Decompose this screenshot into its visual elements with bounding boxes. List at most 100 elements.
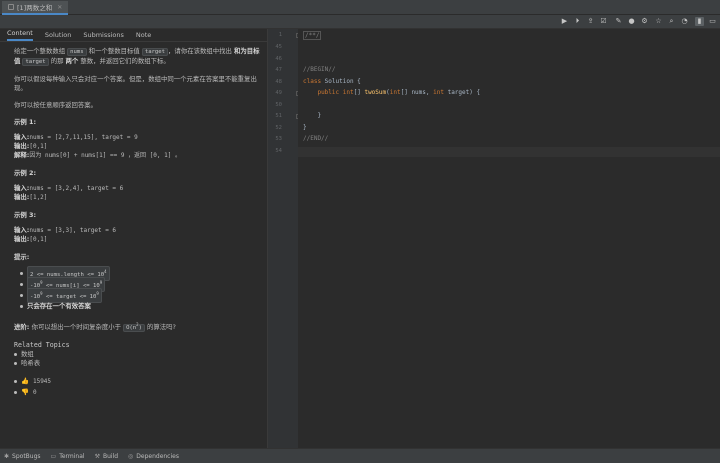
bullet-icon [14,379,17,383]
tab-note[interactable]: Note [136,31,151,41]
example-title: 示例 2: [14,169,37,177]
example-3: 示例 3: 输入: nums = [3,3], target = 6 输出: [… [14,211,262,244]
problem-subtabs: Content Solution Submissions Note [0,29,267,42]
line-number-gutter: 1 45 46 47 48 49 50 51 52 53 54 [268,29,301,448]
bullet-icon [20,305,23,308]
terminal-icon: ▭ [50,452,57,460]
dependencies-button[interactable]: ◎ Dependencies [128,453,179,460]
folded-comment[interactable]: /**/ [303,31,322,40]
problem-paragraph-3: 你可以按任意顺序返回答案。 [14,101,98,109]
bug-icon: ✱ [4,452,10,460]
inline-code: O(n2) [123,322,145,332]
example-1: 示例 1: 输入: nums = [2,7,11,15], target = 9… [14,118,262,160]
example-2: 示例 2: 输入: nums = [3,2,4], target = 6 输出:… [14,169,262,202]
dislikes-item[interactable]: 👎 0 [14,387,262,398]
code-editor[interactable]: /**/ //BEGIN// class Solution { public i… [298,29,720,448]
spotbugs-label: SpotBugs [12,452,41,460]
likes-item[interactable]: 👍 15945 [14,376,262,387]
line-number: 1 [278,32,282,38]
followup-label: 进阶: [14,322,32,331]
line-number: 54 [275,148,282,154]
text: 的那 [48,57,66,65]
problem-panel: Content Solution Submissions Note 给定一个整数… [0,29,268,448]
example-text: [0,1] [29,236,48,243]
example-label: 输出: [14,142,30,150]
topic-link[interactable]: 哈希表 [21,359,40,368]
line-number: 51 [275,113,282,119]
line-number: 47 [275,67,282,73]
solution-icon[interactable]: ● [627,17,636,26]
topic-link[interactable]: 数组 [21,350,34,359]
build-label: Build [102,452,119,460]
thumbs-up-icon: 👍 [21,376,29,385]
inline-code: nums [67,48,87,56]
search-icon[interactable]: ⌕ [667,17,676,26]
file-tab[interactable]: [1]两数之和 ✕ [2,1,69,15]
code-line: } [303,112,322,119]
inline-code: target [22,58,49,66]
leetcode-toolbar: ▶ ⏵ ⇪ ☑ ✎ ● ⚙ ☆ ⌕ ◔ ▮ ▭ [0,15,720,29]
inline-code: -109 <= target <= 109 [27,288,102,303]
example-text: nums = [2,7,11,15], target = 9 [29,134,138,141]
editor-tab-strip: [1]两数之和 ✕ [0,0,720,15]
reactions: 👍 15945 👎 0 [14,376,262,398]
text: 和一个整数目标值 [86,47,142,55]
tab-solution[interactable]: Solution [45,31,71,41]
submit-icon[interactable]: ⇪ [586,17,595,26]
list-item: -109 <= target <= 109 [20,288,262,303]
problem-description: 给定一个整数数组 nums 和一个整数目标值 target ，请你在该数组中找出 … [14,47,262,398]
dislikes-count: 0 [32,388,37,396]
bullet-icon [20,272,23,275]
code-line: } [303,124,307,131]
file-tab-label: [1]两数之和 [17,4,53,12]
current-line-highlight [298,147,720,157]
panel-icon[interactable]: ▭ [708,17,717,26]
example-line: 输入: nums = [3,2,4], target = 6 [14,184,262,193]
bullet-icon [14,352,17,356]
code-text: ) [138,324,142,331]
text: 整数，并返回它们的数组下标。 [78,57,170,65]
build-button[interactable]: ⚒ Build [95,453,118,460]
file-icon [8,4,14,10]
example-line: 输入: nums = [2,7,11,15], target = 9 [14,133,262,142]
followup: 进阶: 你可以想出一个时间复杂度小于 O(n2) 的算法吗? [14,320,262,333]
code-text: -10 [30,293,41,300]
example-label: 解释: [14,151,30,159]
example-text: nums = [3,2,4], target = 6 [29,185,124,192]
line-number: 52 [275,125,282,131]
line-number: 50 [275,102,282,108]
example-line: 输入: nums = [3,3], target = 6 [14,226,262,235]
share-icon[interactable]: ◔ [680,17,689,26]
list-item: 只会存在一个有效答案 [20,301,262,312]
text: 给定一个整数数组 [14,47,68,55]
tab-submissions[interactable]: Submissions [83,31,124,41]
tab-content[interactable]: Content [7,29,33,41]
layout-icon[interactable]: ▮ [695,17,704,26]
comment-icon[interactable]: ✎ [614,17,623,26]
close-icon[interactable]: ✕ [57,4,62,11]
run-icon[interactable]: ▶ [560,17,569,26]
example-title: 示例 3: [14,211,37,219]
example-label: 输出: [14,235,30,243]
terminal-button[interactable]: ▭ Terminal [51,453,85,460]
bold-text: 只会存在一个有效答案 [27,302,91,310]
settings-icon[interactable]: ⚙ [640,17,649,26]
spotbugs-button[interactable]: ✱ SpotBugs [4,453,41,460]
code-text: O(n [126,324,137,331]
superscript: 4 [104,269,107,275]
example-line: 输出: [0,1] [14,235,262,244]
favorite-icon[interactable]: ☆ [654,17,663,26]
thumbs-down-icon: 👎 [21,387,29,396]
superscript: 9 [99,280,103,286]
related-topics-title: Related Topics [14,340,70,349]
list-item: 数组 [14,350,262,359]
line-number: 46 [275,56,282,62]
line-number: 53 [275,136,282,142]
example-line: 解释: 因为 nums[0] + nums[1] == 9 ，返回 [0, 1]… [14,151,262,160]
example-text: 因为 nums[0] + nums[1] == 9 ，返回 [0, 1] 。 [29,152,181,159]
test-icon[interactable]: ☑ [599,17,608,26]
superscript: 9 [96,291,99,297]
line-number: 45 [275,44,282,50]
debug-icon[interactable]: ⏵ [573,17,582,26]
dependencies-icon: ◎ [128,452,134,460]
